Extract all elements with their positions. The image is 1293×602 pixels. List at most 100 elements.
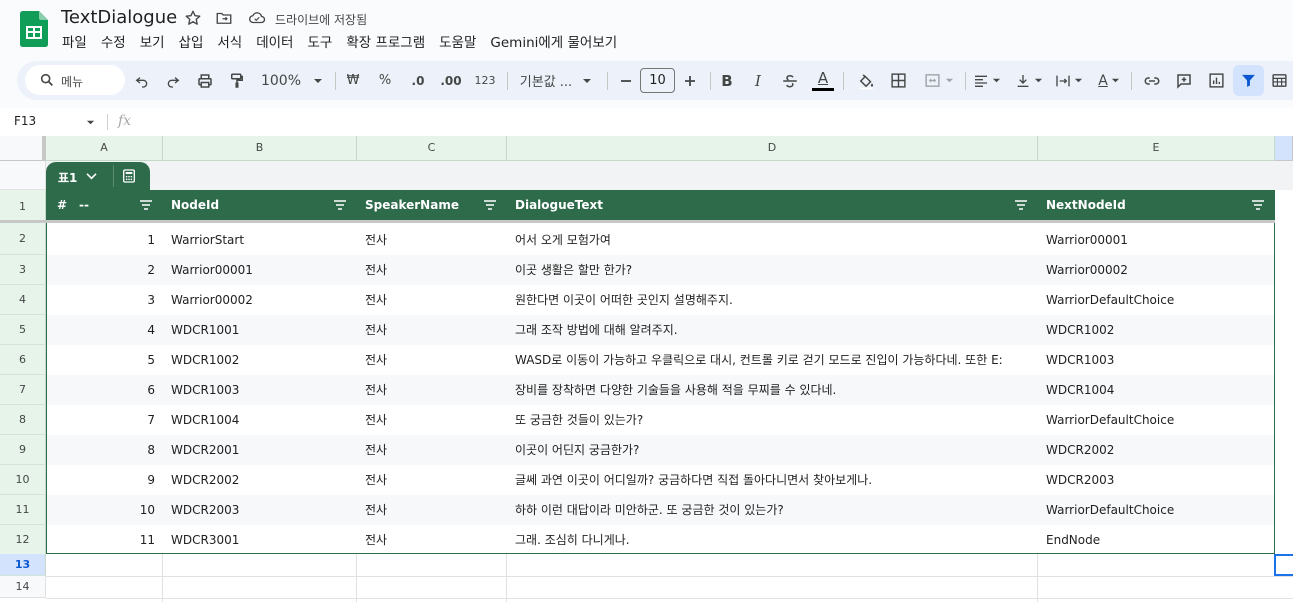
fill-color-button[interactable] (853, 61, 879, 100)
cell-nextnodeid[interactable]: WDCR1004 (1038, 375, 1275, 405)
zoom-select[interactable]: 100% (257, 61, 327, 100)
menu-search[interactable]: 메뉴 (25, 65, 125, 95)
row-header-13[interactable]: 13 (0, 554, 46, 576)
column-header-f[interactable] (1275, 136, 1293, 161)
menu-file[interactable]: 파일 (55, 33, 94, 53)
cell-dialoguetext[interactable]: 이곳이 어딘지 궁금한가? (507, 435, 1037, 465)
cell-dialoguetext[interactable]: 원한다면 이곳이 어떠한 곳인지 설명해주지. (507, 285, 1037, 315)
cell-nextnodeid[interactable]: WarriorDefaultChoice (1038, 495, 1275, 525)
row-header-5[interactable]: 5 (0, 315, 46, 345)
menu-insert[interactable]: 삽입 (172, 33, 211, 53)
calculator-icon[interactable] (121, 168, 137, 184)
cell-dialoguetext[interactable]: 하하 이런 대답이라 미안하군. 또 궁금한 것이 있는가? (507, 495, 1037, 525)
menu-edit[interactable]: 수정 (94, 33, 133, 53)
font-family-select[interactable]: 기본값 ... (513, 61, 599, 100)
cell-speakername[interactable]: 전사 (357, 255, 507, 285)
formula-input[interactable] (145, 110, 1285, 134)
name-box[interactable]: F13 (14, 114, 36, 128)
cell-nodeid[interactable]: WDCR3001 (163, 525, 357, 555)
column-header-c[interactable]: C (357, 136, 507, 161)
cell-nextnodeid[interactable]: Warrior00001 (1038, 225, 1275, 255)
italic-button[interactable]: I (745, 61, 771, 100)
row-header-11[interactable]: 11 (0, 495, 46, 525)
merge-cells-button[interactable] (917, 61, 961, 100)
table-view-button[interactable] (1267, 61, 1291, 100)
chevron-down-icon[interactable] (86, 118, 95, 127)
row-header-6[interactable]: 6 (0, 345, 46, 375)
cell-speakername[interactable]: 전사 (357, 465, 507, 495)
table-name-tab[interactable]: 표1 (46, 162, 150, 190)
cell-index[interactable]: 5 (46, 345, 163, 375)
move-folder-icon[interactable] (215, 9, 235, 29)
cell-dialoguetext[interactable]: 그래. 조심히 다니게나. (507, 525, 1037, 555)
row-header-1[interactable]: 1 (0, 190, 46, 223)
column-header-a[interactable]: A (46, 136, 163, 161)
cell-index[interactable]: 10 (46, 495, 163, 525)
cell-index[interactable]: 4 (46, 315, 163, 345)
insert-chart-button[interactable] (1203, 61, 1229, 100)
cell-speakername[interactable]: 전사 (357, 405, 507, 435)
document-title[interactable]: TextDialogue (61, 7, 177, 28)
cell-speakername[interactable]: 전사 (357, 525, 507, 555)
row-header-9[interactable]: 9 (0, 435, 46, 465)
cell-speakername[interactable]: 전사 (357, 435, 507, 465)
cell-nodeid[interactable]: WDCR1004 (163, 405, 357, 435)
cell-index[interactable]: 11 (46, 525, 163, 555)
cell-nextnodeid[interactable]: WarriorDefaultChoice (1038, 405, 1275, 435)
undo-button[interactable] (129, 61, 155, 100)
increase-decimal-button[interactable]: .00 (435, 61, 467, 100)
row-header-3[interactable]: 3 (0, 255, 46, 285)
text-wrapping-button[interactable] (1051, 61, 1087, 100)
cell-nextnodeid[interactable]: WDCR2003 (1038, 465, 1275, 495)
cell-nodeid[interactable]: Warrior00002 (163, 285, 357, 315)
row-header-10[interactable]: 10 (0, 465, 46, 495)
column-header-b[interactable]: B (163, 136, 357, 161)
cloud-saved-icon[interactable] (247, 9, 267, 29)
text-color-button[interactable]: A (810, 61, 836, 100)
menu-view[interactable]: 보기 (133, 33, 172, 53)
menu-help[interactable]: 도움말 (432, 33, 483, 53)
font-size-decrease-button[interactable] (614, 61, 638, 100)
cell-speakername[interactable]: 전사 (357, 285, 507, 315)
cell-nodeid[interactable]: WarriorStart (163, 225, 357, 255)
print-button[interactable] (192, 61, 218, 100)
filter-lines-icon[interactable] (139, 200, 153, 210)
text-rotation-button[interactable]: A (1091, 61, 1127, 100)
decrease-decimal-button[interactable]: .0 (403, 61, 433, 100)
cell-index[interactable]: 9 (46, 465, 163, 495)
selected-cell-f13[interactable] (1274, 554, 1293, 576)
cell-index[interactable]: 7 (46, 405, 163, 435)
cell-nextnodeid[interactable]: WDCR1003 (1038, 345, 1275, 375)
insert-comment-button[interactable] (1171, 61, 1197, 100)
horizontal-align-button[interactable] (969, 61, 1005, 100)
cell-speakername[interactable]: 전사 (357, 375, 507, 405)
menu-data[interactable]: 데이터 (249, 33, 300, 53)
cell-nodeid[interactable]: Warrior00001 (163, 255, 357, 285)
cell-nextnodeid[interactable]: EndNode (1038, 525, 1275, 555)
bold-button[interactable]: B (714, 61, 740, 100)
strikethrough-button[interactable] (777, 61, 803, 100)
cell-nextnodeid[interactable]: WarriorDefaultChoice (1038, 285, 1275, 315)
font-size-input[interactable]: 10 (640, 68, 675, 93)
menu-format[interactable]: 서식 (210, 33, 249, 53)
cell-speakername[interactable]: 전사 (357, 495, 507, 525)
row-header-4[interactable]: 4 (0, 285, 46, 315)
column-header-e[interactable]: E (1038, 136, 1275, 161)
cell-dialoguetext[interactable]: 장비를 장착하면 다양한 기술들을 사용해 적을 무찌를 수 있다네. (507, 375, 1037, 405)
menu-tools[interactable]: 도구 (300, 33, 339, 53)
paint-format-button[interactable] (224, 61, 250, 100)
cell-nodeid[interactable]: WDCR1002 (163, 345, 357, 375)
row-header-8[interactable]: 8 (0, 405, 46, 435)
cell-index[interactable]: 1 (46, 225, 163, 255)
star-icon[interactable] (184, 9, 204, 29)
cell-index[interactable]: 2 (46, 255, 163, 285)
cell-nodeid[interactable]: WDCR2003 (163, 495, 357, 525)
insert-link-button[interactable] (1139, 61, 1165, 100)
sheets-logo[interactable] (20, 11, 48, 47)
cell-nodeid[interactable]: WDCR2001 (163, 435, 357, 465)
filter-lines-icon[interactable] (1251, 200, 1265, 210)
cell-speakername[interactable]: 전사 (357, 315, 507, 345)
borders-button[interactable] (885, 61, 911, 100)
cell-nextnodeid[interactable]: WDCR2002 (1038, 435, 1275, 465)
select-all-corner[interactable] (0, 136, 46, 161)
